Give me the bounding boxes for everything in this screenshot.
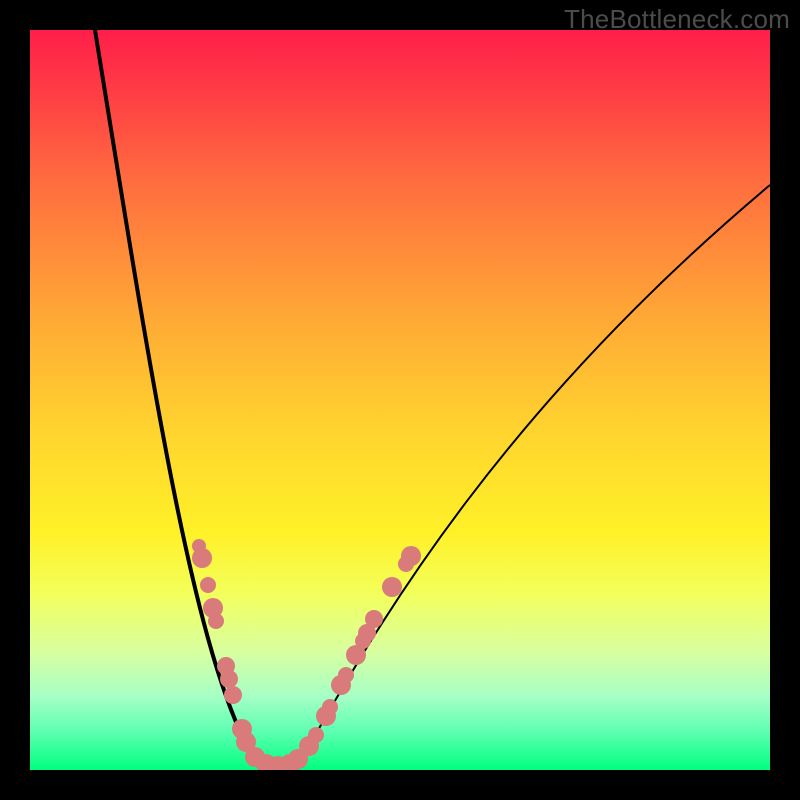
data-marker <box>220 670 238 688</box>
data-marker <box>322 699 338 715</box>
curve-group <box>95 30 770 763</box>
chart-frame: TheBottleneck.com <box>0 0 800 800</box>
data-marker <box>224 686 242 704</box>
data-marker <box>200 577 216 593</box>
marker-group <box>192 539 421 770</box>
curve-right <box>310 185 770 744</box>
curve-left <box>95 30 310 763</box>
plot-area <box>30 30 770 770</box>
data-marker <box>365 610 383 628</box>
data-marker <box>308 727 324 743</box>
data-marker <box>401 546 421 566</box>
data-marker <box>382 577 402 597</box>
data-marker <box>208 613 224 629</box>
chart-svg <box>30 30 770 770</box>
data-marker <box>338 667 354 683</box>
data-marker <box>192 548 212 568</box>
